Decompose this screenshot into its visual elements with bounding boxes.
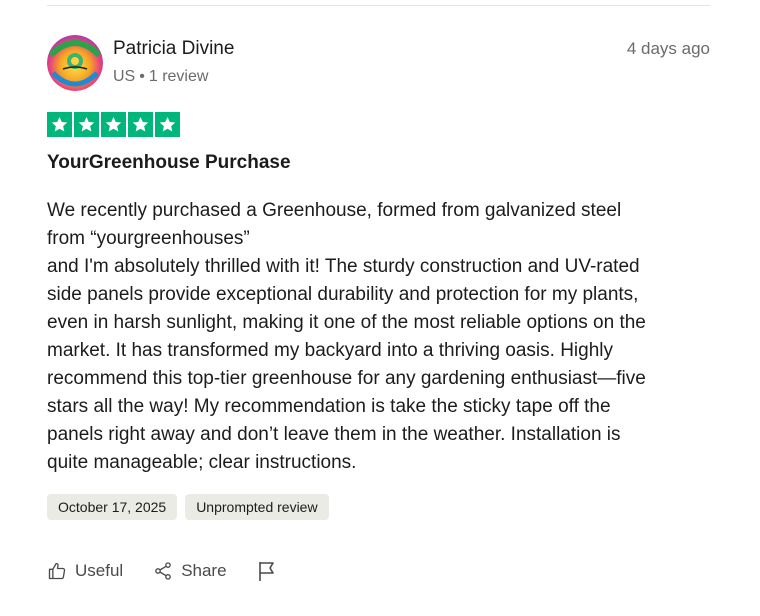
thumbs-up-icon <box>48 562 66 580</box>
star-icon <box>128 112 153 137</box>
report-button[interactable] <box>257 560 285 582</box>
share-icon <box>155 562 172 580</box>
reviewer-name[interactable]: Patricia Divine <box>113 38 234 60</box>
review-body-line: side panels provide exceptional durabili… <box>47 284 639 305</box>
review-body: We recently purchased a Greenhouse, form… <box>47 197 717 477</box>
reviewer-meta: US • 1 review <box>113 68 208 86</box>
date-of-experience-badge: October 17, 2025 <box>47 494 178 520</box>
review-body-line: panels right away and don’t leave them i… <box>47 424 621 445</box>
review-body-line: We recently purchased a Greenhouse, form… <box>47 200 622 221</box>
star-icon <box>74 112 99 137</box>
review-body-line: recommend this top-tier greenhouse for a… <box>47 368 646 389</box>
review-title[interactable]: YourGreenhouse Purchase <box>47 152 291 174</box>
reviewer-country: US <box>113 68 136 85</box>
star-icon <box>155 112 180 137</box>
meta-separator: • <box>139 68 145 85</box>
review-type-badge[interactable]: Unprompted review <box>185 494 329 520</box>
review-body-line: and I'm absolutely thrilled with it! The… <box>47 256 640 277</box>
star-rating <box>47 112 180 137</box>
review-body-line: quite manageable; clear instructions. <box>47 452 357 473</box>
flag-icon <box>258 562 274 581</box>
review-tags: October 17, 2025 Unprompted review <box>47 494 329 520</box>
top-divider <box>47 5 710 6</box>
reviewer-review-count: 1 review <box>148 68 209 85</box>
share-button[interactable]: Share <box>153 561 227 581</box>
star-icon <box>47 112 72 137</box>
useful-label: Useful <box>75 561 124 580</box>
useful-button[interactable]: Useful <box>47 561 123 581</box>
review-body-line: from “yourgreenhouses” <box>47 228 250 249</box>
review-time-ago: 4 days ago <box>626 39 710 58</box>
review-actions: Useful Share <box>47 557 285 585</box>
share-label: Share <box>181 561 227 580</box>
review-header: Patricia Divine US • 1 review 4 days ago <box>47 35 710 95</box>
star-icon <box>101 112 126 137</box>
review-body-line: even in harsh sunlight, making it one of… <box>47 312 646 333</box>
review-body-line: stars all the way! My recommendation is … <box>47 396 611 417</box>
avatar[interactable] <box>47 35 103 91</box>
review-body-line: market. It has transformed my backyard i… <box>47 340 614 361</box>
